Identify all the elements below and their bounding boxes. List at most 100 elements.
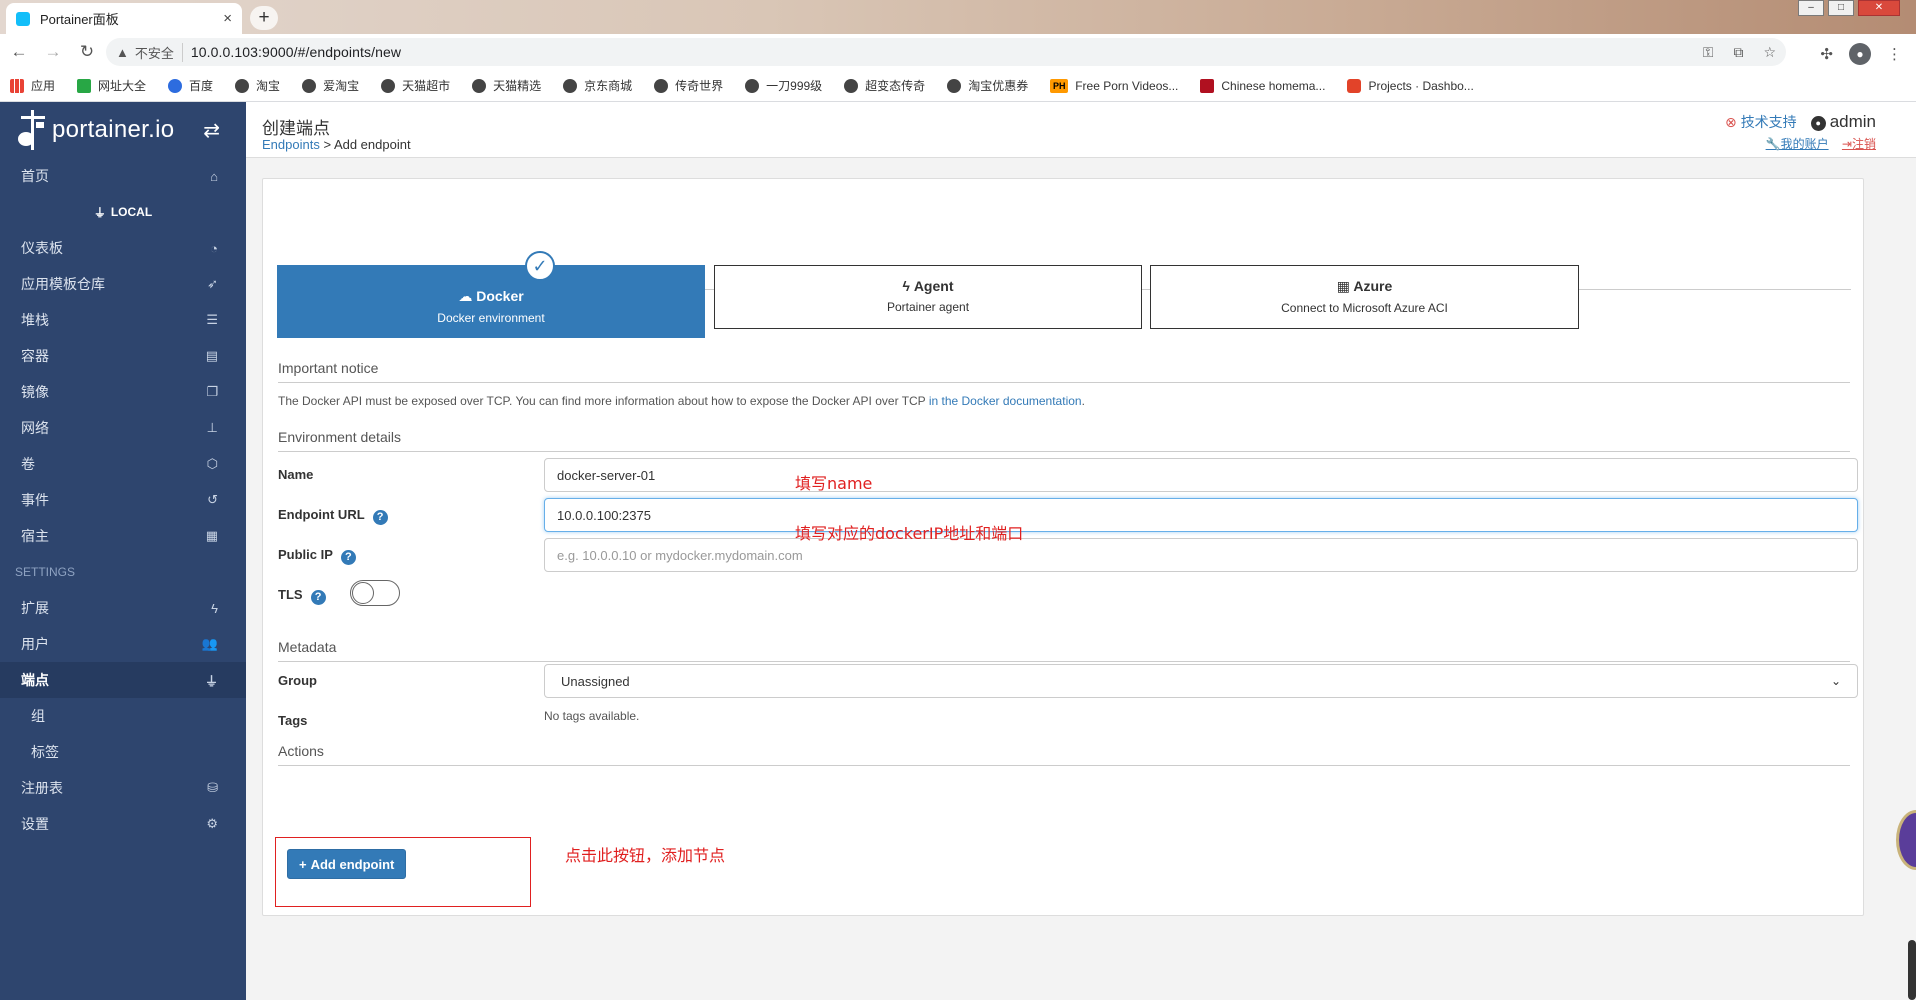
th-icon: ▦ bbox=[205, 528, 218, 543]
extensions-puzzle-icon[interactable]: ✣ bbox=[1820, 45, 1833, 63]
star-icon[interactable]: ☆ bbox=[1763, 44, 1776, 61]
endpoint-local-label: ⏚ LOCAL bbox=[93, 205, 153, 220]
reload-icon[interactable]: ↻ bbox=[72, 42, 102, 62]
sidebar-item-label: 标签 bbox=[31, 744, 59, 760]
maximize-icon[interactable]: □ bbox=[1828, 0, 1854, 16]
sidebar-item[interactable]: 宿主 ▦ bbox=[0, 518, 246, 554]
group-select[interactable]: Unassigned ⌄ bbox=[544, 664, 1858, 698]
globe-icon bbox=[745, 78, 760, 93]
window-controls: – □ ✕ bbox=[1798, 0, 1900, 16]
bookmark-item[interactable]: Chinese homema... bbox=[1200, 78, 1325, 93]
sidebar-item[interactable]: 扩展 ϟ bbox=[0, 590, 246, 626]
sidebar-item-label: 容器 bbox=[21, 348, 49, 364]
swap-endpoint-icon[interactable]: ⇄ bbox=[203, 118, 220, 143]
sidebar-item[interactable]: 端点 ⏚ bbox=[0, 662, 246, 698]
bookmark-item[interactable]: Projects · Dashbo... bbox=[1347, 78, 1474, 93]
add-endpoint-button[interactable]: + Add endpoint bbox=[287, 849, 407, 879]
rocket-icon: ➶ bbox=[207, 276, 218, 291]
profile-avatar-icon[interactable]: ● bbox=[1849, 43, 1871, 65]
breadcrumb-current: > Add endpoint bbox=[323, 137, 411, 152]
history-icon: ↺ bbox=[207, 492, 218, 507]
sidebar-item[interactable]: 网络 ⊥ bbox=[0, 410, 246, 446]
sidebar-item-label: 设置 bbox=[21, 816, 49, 832]
close-tab-icon[interactable]: × bbox=[223, 10, 232, 27]
plug-icon: ⏚ bbox=[93, 205, 106, 220]
brand[interactable]: portainer.io ⇄ bbox=[0, 102, 246, 158]
sidebar-item[interactable]: 设置 ⚙ bbox=[0, 806, 246, 842]
bookmark-item[interactable]: 天猫精选 bbox=[472, 77, 541, 94]
my-account-link[interactable]: 🔧我的账户 bbox=[1766, 137, 1829, 151]
sidebar-item[interactable]: 事件 ↺ bbox=[0, 482, 246, 518]
bookmark-item[interactable]: PH Free Porn Videos... bbox=[1050, 78, 1178, 93]
help-question-icon[interactable]: ? bbox=[372, 510, 388, 525]
bookmark-item[interactable]: 超变态传奇 bbox=[844, 77, 925, 94]
translate-icon[interactable]: ⧉ bbox=[1733, 44, 1743, 61]
globe-icon bbox=[381, 78, 396, 93]
ph-icon: PH bbox=[1050, 78, 1069, 93]
endpoint-url-input[interactable] bbox=[544, 498, 1858, 532]
tls-label: TLS? bbox=[278, 587, 326, 605]
sidebar-item[interactable]: 堆栈 ☰ bbox=[0, 302, 246, 338]
sidebar-item-label: 应用模板仓库 bbox=[21, 276, 105, 292]
minimize-icon[interactable]: – bbox=[1798, 0, 1824, 16]
back-arrow-icon[interactable]: ← bbox=[4, 42, 34, 62]
window-close-icon[interactable]: ✕ bbox=[1858, 0, 1900, 16]
tab-title: Portainer面板 bbox=[40, 12, 119, 27]
sidebar-item[interactable]: 应用模板仓库 ➶ bbox=[0, 266, 246, 302]
actions-title: Actions bbox=[278, 743, 1850, 766]
menu-dots-icon[interactable]: ⋮ bbox=[1887, 45, 1902, 63]
env-type-docker[interactable]: ☁ Docker Docker environment bbox=[277, 265, 705, 338]
logout-link[interactable]: ⇥注销 bbox=[1842, 137, 1876, 151]
apps-grid-icon bbox=[10, 78, 24, 93]
support-link[interactable]: ⊗ 技术支持 bbox=[1725, 112, 1797, 132]
name-label: Name bbox=[278, 467, 314, 482]
env-type-azure[interactable]: ▦ Azure Connect to Microsoft Azure ACI bbox=[1150, 265, 1579, 329]
key-icon[interactable]: ⚿ bbox=[1703, 44, 1714, 61]
env-type-agent[interactable]: ϟ Agent Portainer agent bbox=[714, 265, 1142, 329]
bookmark-item[interactable]: 天猫超市 bbox=[381, 77, 450, 94]
docker-whale-icon: ☁ bbox=[458, 288, 473, 304]
address-bar[interactable]: ▲ 不安全 10.0.0.103:9000/#/endpoints/new ⚿ … bbox=[106, 38, 1786, 66]
sidebar-item[interactable]: 注册表 ⛁ bbox=[0, 770, 246, 806]
sitemap-icon: ⊥ bbox=[206, 420, 218, 435]
sidebar-item[interactable]: 镜像 ❐ bbox=[0, 374, 246, 410]
chevron-down-icon: ⌄ bbox=[1830, 674, 1841, 688]
bookmark-item[interactable]: 淘宝优惠券 bbox=[947, 77, 1028, 94]
sidebar-item-label: 事件 bbox=[21, 492, 49, 508]
bookmark-item[interactable]: 应用 bbox=[10, 77, 55, 94]
help-question-icon[interactable]: ? bbox=[340, 550, 356, 565]
bookmark-item[interactable]: 爱淘宝 bbox=[302, 77, 359, 94]
sidebar-item[interactable]: 标签 bbox=[0, 734, 246, 770]
new-tab-button[interactable]: + bbox=[250, 6, 278, 30]
user-circle-icon: ● bbox=[1810, 116, 1826, 131]
tls-toggle[interactable] bbox=[350, 580, 400, 606]
bookmark-item[interactable]: 网址大全 bbox=[77, 77, 146, 94]
bookmark-item[interactable]: 百度 bbox=[168, 77, 213, 94]
sidebar-item[interactable]: 卷 ⬡ bbox=[0, 446, 246, 482]
page-title: 创建端点 bbox=[262, 119, 330, 138]
help-question-icon[interactable]: ? bbox=[310, 590, 326, 605]
bookmark-item[interactable]: 淘宝 bbox=[235, 77, 280, 94]
sidebar-item-label: 宿主 bbox=[21, 528, 49, 544]
globe-icon bbox=[302, 78, 317, 93]
server-icon: ▤ bbox=[205, 348, 218, 363]
sidebar: portainer.io ⇄ 首页 ⌂ ⏚ LOCAL 仪表板 ◔ 应用模板仓库 ➶ 堆栈… bbox=[0, 102, 246, 1000]
breadcrumb-endpoints-link[interactable]: Endpoints bbox=[262, 137, 320, 152]
scrollbar-thumb[interactable] bbox=[1908, 940, 1916, 1000]
sidebar-item[interactable]: 仪表板 ◔ bbox=[0, 230, 246, 266]
name-input[interactable] bbox=[544, 458, 1858, 492]
bookmark-item[interactable]: 京东商城 bbox=[563, 77, 632, 94]
bookmark-item[interactable]: 一刀999级 bbox=[745, 77, 822, 94]
bookmark-item[interactable]: 传奇世界 bbox=[654, 77, 723, 94]
sidebar-item[interactable]: 容器 ▤ bbox=[0, 338, 246, 374]
forward-arrow-icon[interactable]: → bbox=[38, 42, 68, 62]
browser-tab[interactable]: Portainer面板 × bbox=[6, 3, 242, 34]
url-text[interactable]: 10.0.0.103:9000/#/endpoints/new bbox=[191, 44, 401, 60]
public-ip-input[interactable] bbox=[544, 538, 1858, 572]
docker-docs-link[interactable]: in the Docker documentation bbox=[929, 394, 1082, 408]
life-ring-icon: ⊗ bbox=[1724, 114, 1737, 130]
sidebar-item[interactable]: 首页 ⌂ bbox=[0, 158, 246, 194]
sidebar-item[interactable]: 组 bbox=[0, 698, 246, 734]
sidebar-item[interactable]: 用户 👥 bbox=[0, 626, 246, 662]
sidebar-item-label: 用户 bbox=[21, 636, 49, 652]
